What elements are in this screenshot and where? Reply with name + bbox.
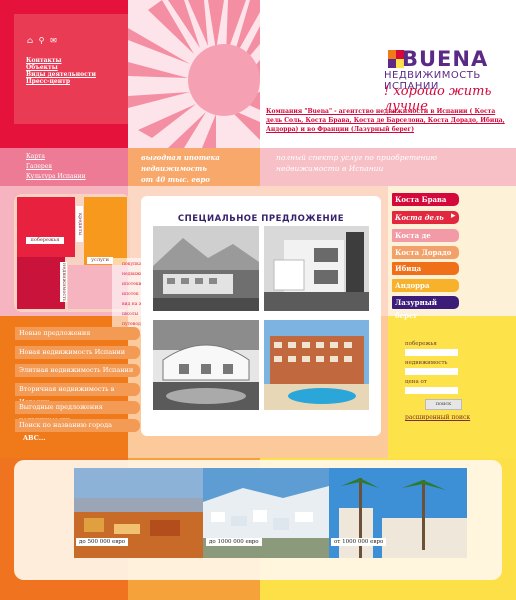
- menu-new-offers[interactable]: Новые предложения: [15, 327, 140, 340]
- brand-name[interactable]: BUENA: [402, 47, 488, 71]
- search-icon[interactable]: ⚲: [39, 36, 45, 45]
- side-block-darkred: [17, 257, 65, 309]
- top-nav: Контакты Объекты Виды деятельности Пресс…: [26, 57, 96, 85]
- menu-elite-property[interactable]: Элитная недвижимость Испании: [15, 364, 140, 377]
- price-tag-1m[interactable]: до 1000 000 евро: [206, 538, 262, 546]
- side-block-orange: [84, 197, 127, 265]
- side-tab-property[interactable]: недвижимость: [60, 262, 67, 302]
- price-tag-500k[interactable]: до 500 000 евро: [76, 538, 129, 546]
- top-nav-objects[interactable]: Объекты: [26, 64, 96, 71]
- region-label: Ибица: [395, 264, 422, 273]
- side-tab-services[interactable]: услуги: [87, 257, 113, 264]
- menu-label: Элитная недвижимость Испании: [19, 366, 134, 374]
- sun-rays-graphic: [128, 0, 260, 148]
- bottom-photo-3-extended: [382, 468, 467, 558]
- property-photo-4[interactable]: [264, 320, 369, 410]
- menu-label: Новые предложения: [19, 329, 91, 337]
- region-costa-dorado[interactable]: Коста Дорадо: [392, 246, 459, 259]
- promo-line-1: выгодная ипотека: [141, 153, 220, 162]
- mail-icon[interactable]: ✉: [50, 36, 57, 45]
- band-links: Карта Галерея Культура Испании: [26, 152, 86, 182]
- menu-search-city[interactable]: Поиск по названию города ABC...: [15, 419, 140, 442]
- promo-mortgage[interactable]: выгодная ипотека недвижимость от 40 тыс.…: [141, 152, 220, 185]
- band-link-gallery[interactable]: Галерея: [26, 162, 86, 172]
- menu-label: Новая недвижимость Испании: [19, 348, 126, 356]
- region-costa-brava[interactable]: Коста Брава: [392, 193, 459, 206]
- search-label-price: цена от: [405, 379, 427, 385]
- advanced-search-link[interactable]: расширенный поиск: [405, 414, 470, 421]
- menu-abc-link[interactable]: ABC...: [23, 434, 46, 442]
- menu-new-property[interactable]: Новая недвижимость Испании: [15, 346, 140, 359]
- region-andorra[interactable]: Андорра: [392, 279, 459, 292]
- nav-icons-row: ⌂ ⚲ ✉: [27, 36, 57, 45]
- promo-line-2: недвижимость: [141, 164, 207, 173]
- special-offer-title: СПЕЦИАЛЬНОЕ ПРЕДЛОЖЕНИЕ: [177, 214, 345, 224]
- region-costa-barcelona[interactable]: Коста де Барселона: [392, 229, 459, 253]
- company-description-link[interactable]: Компания "Buena" - агентство недвижимост…: [266, 107, 512, 134]
- band-link-culture[interactable]: Культура Испании: [26, 172, 86, 182]
- region-azure-coast[interactable]: Лазурный берег: [392, 296, 459, 320]
- top-nav-activities[interactable]: Виды деятельности: [26, 71, 96, 78]
- search-label-property: недвижимость: [405, 360, 448, 366]
- region-label: Коста Брава: [395, 195, 447, 204]
- promo-line-3: от 40 тыс. евро: [141, 175, 210, 184]
- search-button[interactable]: поиск: [425, 399, 462, 410]
- region-label: Андорра: [395, 281, 430, 290]
- menu-best-deals[interactable]: Выгодные предложения недвижимости: [15, 401, 140, 424]
- search-coast-select[interactable]: [405, 349, 458, 356]
- side-tab-credits[interactable]: кредиты: [76, 206, 83, 242]
- menu-label: Поиск по названию города: [19, 421, 112, 429]
- menu-secondary-property[interactable]: Вторичная недвижимость в Испании: [15, 383, 140, 406]
- property-photo-2[interactable]: [264, 226, 369, 311]
- top-nav-contacts[interactable]: Контакты: [26, 57, 96, 64]
- search-property-select[interactable]: [405, 368, 458, 375]
- region-ibiza[interactable]: Ибица: [392, 262, 459, 275]
- home-icon[interactable]: ⌂: [27, 36, 33, 45]
- price-tag-over-1m[interactable]: от 1000 000 евро: [331, 538, 387, 546]
- region-label: Коста Дорадо: [395, 248, 452, 257]
- property-photo-1[interactable]: [153, 226, 259, 311]
- band-link-map[interactable]: Карта: [26, 152, 86, 162]
- side-tab-coasts[interactable]: поберeжья: [26, 237, 64, 244]
- search-price-input[interactable]: [405, 387, 458, 394]
- property-photo-3[interactable]: [153, 320, 259, 410]
- top-nav-press[interactable]: Пресс-центр: [26, 78, 96, 85]
- cursor-pointer-icon: ▸: [451, 211, 456, 221]
- promo-services: полный спектр услуг по приобретению недв…: [276, 153, 437, 173]
- search-label-coast: побережья: [405, 341, 437, 347]
- side-block-red: [17, 197, 75, 257]
- region-costa-del-sol[interactable]: Коста дель соль: [392, 211, 459, 235]
